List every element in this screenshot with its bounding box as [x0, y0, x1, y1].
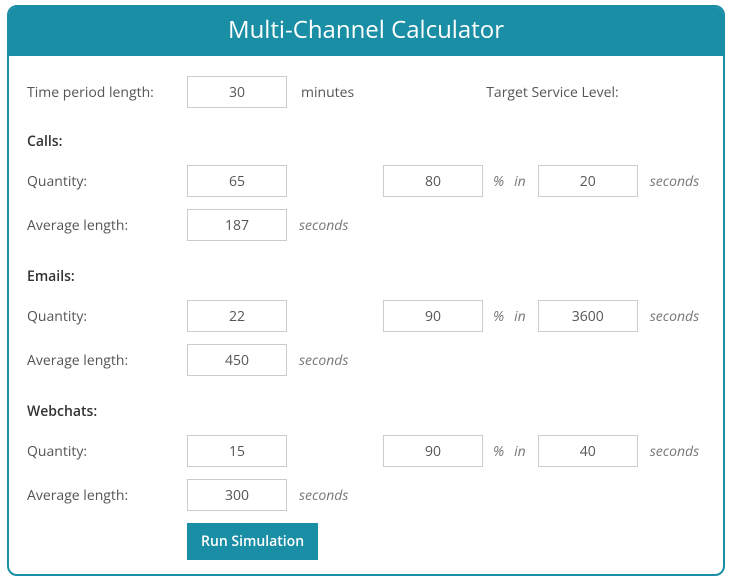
seconds-unit: seconds [299, 486, 348, 505]
webchats-quantity-label: Quantity: [27, 442, 187, 461]
time-period-label: Time period length: [27, 83, 187, 102]
seconds-unit: seconds [650, 172, 699, 191]
time-period-input[interactable] [187, 76, 287, 108]
emails-service-level: % in seconds [383, 300, 699, 332]
pct-symbol: % [493, 442, 504, 461]
pct-symbol: % [493, 307, 504, 326]
calls-service-level: % in seconds [383, 165, 699, 197]
emails-quantity-label: Quantity: [27, 307, 187, 326]
calls-sl-pct-input[interactable] [383, 165, 483, 197]
webchats-avg-length-label: Average length: [27, 486, 187, 505]
emails-sl-seconds-input[interactable] [538, 300, 638, 332]
pct-symbol: % [493, 172, 504, 191]
calls-avg-length-label: Average length: [27, 216, 187, 235]
calls-quantity-label: Quantity: [27, 172, 187, 191]
calculator-panel: Multi-Channel Calculator Time period len… [7, 5, 725, 576]
emails-section-title: Emails: [27, 267, 705, 286]
emails-sl-pct-input[interactable] [383, 300, 483, 332]
calls-avg-length-input[interactable] [187, 209, 287, 241]
webchats-avg-length-row: Average length: seconds [27, 479, 705, 511]
webchats-sl-pct-input[interactable] [383, 435, 483, 467]
seconds-unit: seconds [650, 442, 699, 461]
webchats-avg-length-input[interactable] [187, 479, 287, 511]
panel-body: Time period length: minutes Target Servi… [9, 56, 723, 574]
in-text: in [514, 442, 526, 461]
in-text: in [514, 172, 526, 191]
seconds-unit: seconds [299, 351, 348, 370]
calls-sl-seconds-input[interactable] [538, 165, 638, 197]
webchats-quantity-row: Quantity: % in seconds [27, 435, 705, 467]
calls-quantity-input[interactable] [187, 165, 287, 197]
emails-quantity-input[interactable] [187, 300, 287, 332]
webchats-section-title: Webchats: [27, 402, 705, 421]
webchats-quantity-input[interactable] [187, 435, 287, 467]
emails-avg-length-label: Average length: [27, 351, 187, 370]
time-period-unit: minutes [301, 83, 354, 102]
time-period-row: Time period length: minutes Target Servi… [27, 76, 705, 108]
calls-section-title: Calls: [27, 132, 705, 151]
calls-avg-length-row: Average length: seconds [27, 209, 705, 241]
emails-quantity-row: Quantity: % in seconds [27, 300, 705, 332]
seconds-unit: seconds [650, 307, 699, 326]
webchats-service-level: % in seconds [383, 435, 699, 467]
calls-quantity-row: Quantity: % in seconds [27, 165, 705, 197]
in-text: in [514, 307, 526, 326]
seconds-unit: seconds [299, 216, 348, 235]
target-service-level-label: Target Service Level: [486, 83, 619, 102]
panel-title: Multi-Channel Calculator [9, 7, 723, 56]
emails-avg-length-row: Average length: seconds [27, 344, 705, 376]
emails-avg-length-input[interactable] [187, 344, 287, 376]
webchats-sl-seconds-input[interactable] [538, 435, 638, 467]
